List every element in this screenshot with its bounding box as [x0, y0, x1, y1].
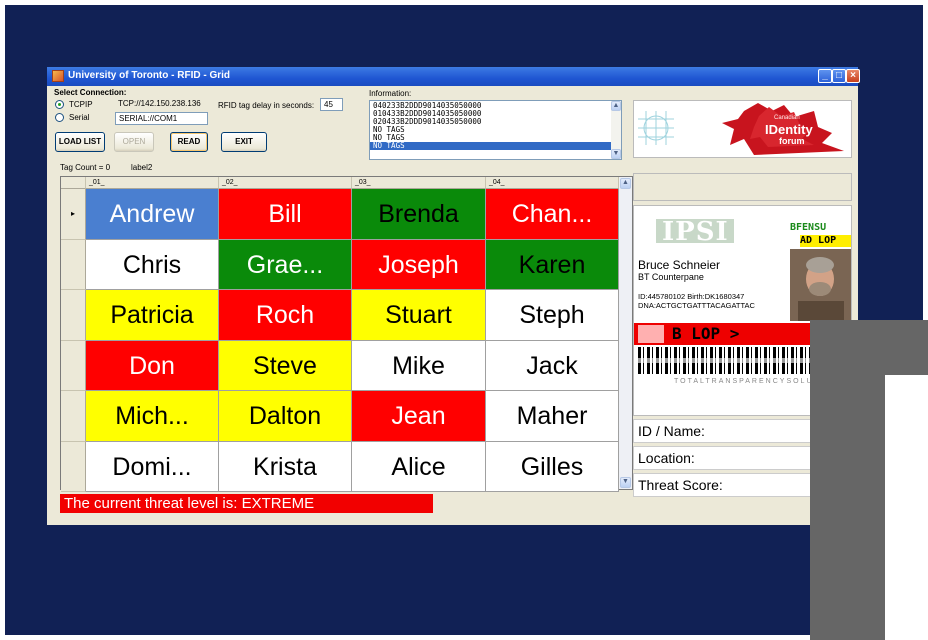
ipsi-logo: IPSI	[662, 217, 729, 247]
grid-cell[interactable]: Chris	[86, 239, 219, 290]
grid-cell[interactable]: Chan...	[486, 189, 619, 240]
row-header[interactable]	[61, 441, 86, 492]
person-photo-icon	[790, 249, 851, 321]
minimize-button[interactable]: _	[818, 69, 832, 83]
open-button[interactable]: OPEN	[114, 132, 154, 152]
people-grid[interactable]: _01_ _02_ _03_ _04_ ▸ Andrew Bill Brenda Cha…	[60, 176, 633, 492]
row-header[interactable]	[61, 391, 86, 442]
grid-cell[interactable]: Grae...	[219, 239, 352, 290]
select-connection-label: Select Connection:	[54, 88, 127, 97]
serial-address-field[interactable]: SERIAL://COM1	[115, 112, 208, 125]
information-label: Information:	[369, 89, 412, 98]
cardholder-photo	[790, 249, 851, 321]
row-header[interactable]	[61, 340, 86, 391]
stripe-text: B LOP >	[672, 324, 740, 343]
column-header[interactable]: _04_	[486, 177, 619, 189]
side-panel-header	[633, 173, 852, 201]
title-bar[interactable]: University of Toronto - RFID - Grid _ □ …	[47, 67, 860, 86]
tag-count-label: Tag Count = 0	[60, 163, 111, 172]
close-button[interactable]: ×	[846, 69, 860, 83]
grid-cell[interactable]: Domi...	[86, 441, 219, 492]
grid-corner	[61, 177, 86, 189]
grid-cell[interactable]: Krista	[219, 441, 352, 492]
grid-cell[interactable]: Don	[86, 340, 219, 391]
banner-line3: forum	[779, 136, 805, 146]
grid-cell[interactable]: Gilles	[486, 441, 619, 492]
scroll-up-icon[interactable]: ▲	[620, 178, 631, 189]
delay-input[interactable]: 45	[320, 98, 343, 111]
dna-line: DNA:ACTGCTGATTTACAGATTAC	[638, 301, 755, 310]
list-item-selected[interactable]: NO TAGS	[370, 142, 613, 150]
badge-bottom: AD LOP	[800, 235, 851, 247]
grid-cell[interactable]: Roch	[219, 290, 352, 341]
grid-cell[interactable]: Maher	[486, 391, 619, 442]
grid-cell[interactable]: Alice	[352, 441, 486, 492]
column-header[interactable]: _02_	[219, 177, 352, 189]
list-item[interactable]: 020433B2DDD9014035050000	[373, 118, 609, 126]
grid-cell[interactable]: Patricia	[86, 290, 219, 341]
window-title: University of Toronto - RFID - Grid	[68, 70, 231, 81]
tcpip-label: TCPIP	[69, 100, 93, 109]
scroll-down-icon[interactable]: ▼	[611, 149, 621, 159]
overlay-inner-panel	[885, 375, 928, 640]
grid-cell[interactable]: Jean	[352, 391, 486, 442]
load-list-button[interactable]: LOAD LIST	[55, 132, 105, 152]
grid-cell[interactable]: Steph	[486, 290, 619, 341]
grid-cell[interactable]: Mike	[352, 340, 486, 391]
identity-forum-banner: Canadian IDentity forum	[633, 100, 852, 158]
information-list[interactable]: 040233B2DDD9014035050000 010433B2DDD9014…	[369, 100, 622, 160]
grid-cell[interactable]: Stuart	[352, 290, 486, 341]
scroll-down-icon[interactable]: ▼	[620, 477, 631, 488]
column-header[interactable]: _01_	[86, 177, 219, 189]
banner-graphic	[634, 101, 851, 157]
serial-label: Serial	[69, 113, 90, 122]
info-scrollbar[interactable]: ▲ ▼	[611, 101, 621, 159]
grid-cell[interactable]: Dalton	[219, 391, 352, 442]
tcpip-address-field[interactable]: TCP://142.150.238.136	[115, 98, 210, 111]
grid-cell[interactable]: Steve	[219, 340, 352, 391]
stripe-emblem-icon	[638, 325, 664, 343]
banner-line2: IDentity	[765, 122, 813, 137]
label2: label2	[131, 163, 153, 172]
grid-cell[interactable]: Mich...	[86, 391, 219, 442]
read-button[interactable]: READ	[170, 132, 208, 152]
list-item[interactable]: NO TAGS	[373, 126, 609, 134]
id-line: ID:445780102 Birth:DK1680347	[638, 292, 745, 301]
app-window: University of Toronto - RFID - Grid _ □ …	[47, 67, 860, 525]
grid-cell[interactable]: Karen	[486, 239, 619, 290]
exit-button[interactable]: EXIT	[221, 132, 267, 152]
grid-cell[interactable]: Brenda	[352, 189, 486, 240]
grid-scrollbar[interactable]: ▲ ▼	[619, 177, 632, 489]
serial-radio[interactable]	[55, 113, 64, 122]
row-header[interactable]	[61, 239, 86, 290]
grid-cell[interactable]: Joseph	[352, 239, 486, 290]
column-header[interactable]: _03_	[352, 177, 486, 189]
maximize-button[interactable]: □	[832, 69, 846, 83]
row-header[interactable]: ▸	[61, 189, 86, 240]
cardholder-company: BT Counterpane	[638, 272, 704, 282]
grid-cell[interactable]: Andrew	[86, 189, 219, 240]
grid-cell[interactable]: Jack	[486, 340, 619, 391]
banner-line1: Canadian	[774, 115, 800, 121]
card-footer: TOTALTRANSPARENCYSOLUT	[674, 378, 820, 385]
threat-level-status: The current threat level is: EXTREME	[60, 494, 433, 513]
grid-cell[interactable]: Bill	[219, 189, 352, 240]
tcpip-radio[interactable]	[55, 100, 64, 109]
row-header[interactable]	[61, 290, 86, 341]
scroll-up-icon[interactable]: ▲	[611, 101, 621, 111]
delay-label: RFID tag delay in seconds:	[218, 101, 315, 110]
cardholder-name: Bruce Schneier	[638, 258, 721, 272]
barcode-band	[638, 358, 816, 363]
list-item[interactable]: NO TAGS	[373, 134, 609, 142]
client-area: Select Connection: TCPIP Serial TCP://14…	[47, 86, 858, 525]
app-icon	[52, 70, 64, 82]
badge-top: BFENSU	[790, 222, 851, 235]
